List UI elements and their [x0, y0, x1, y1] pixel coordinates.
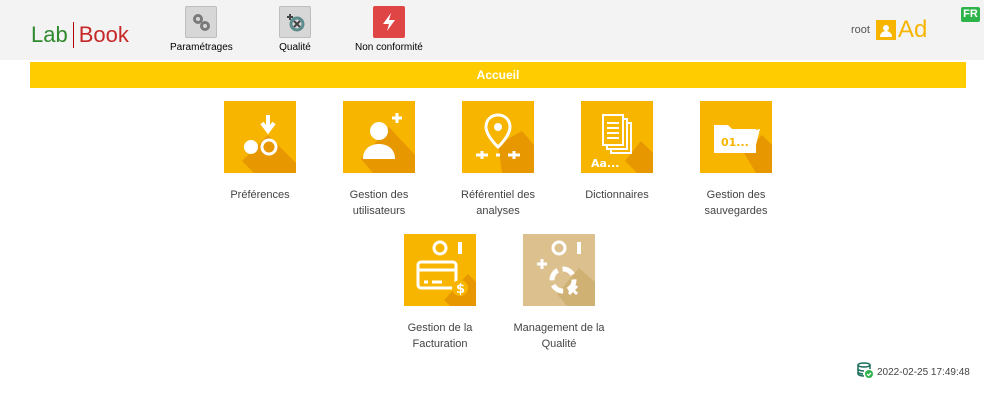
tile-management-qualite-label: Management de la Qualité	[513, 322, 605, 350]
footer-datetime: 2022-02-25 17:49:48	[877, 367, 970, 378]
user-menu[interactable]: root Ad	[851, 18, 927, 42]
currency-text: $	[456, 282, 465, 297]
nav-non-conformite[interactable]: Non conformité	[355, 6, 423, 53]
nav-qualite-label: Qualité	[279, 42, 311, 53]
language-badge[interactable]: FR	[961, 7, 980, 22]
tile-gestion-utilisateurs-label: Gestion des utilisateurs	[349, 189, 409, 217]
nav-non-conformite-label: Non conformité	[355, 42, 423, 53]
location-pin-icon	[462, 101, 534, 173]
page-title: Accueil	[30, 62, 966, 88]
add-user-icon	[343, 101, 415, 173]
quality-icon	[279, 6, 311, 38]
lightning-icon	[372, 6, 405, 38]
credit-card-icon: $	[404, 234, 476, 306]
footer-status: 2022-02-25 17:49:48	[857, 362, 970, 383]
user-name: root	[851, 24, 870, 36]
folder-badge-text: 01...	[721, 136, 749, 149]
gears-icon	[185, 6, 218, 38]
user-avatar-text: Ad	[897, 16, 928, 43]
user-avatar-icon	[875, 20, 896, 40]
nav-parametrages-label: Paramétrages	[170, 42, 233, 53]
tile-management-qualite[interactable]: Management de la Qualité	[504, 234, 614, 352]
nav-parametrages[interactable]: Paramétrages	[170, 6, 233, 53]
tile-gestion-utilisateurs[interactable]: Gestion des utilisateurs	[324, 101, 434, 219]
tile-dictionnaires[interactable]: Aa... Dictionnaires	[562, 101, 672, 203]
tile-gestion-facturation-label: Gestion de la Facturation	[407, 322, 473, 350]
folder-icon: 01...	[700, 101, 772, 173]
logo-lab-text: Lab	[31, 22, 68, 47]
documents-icon: Aa...	[581, 101, 653, 173]
dictionary-badge-text: Aa...	[591, 157, 619, 170]
database-check-icon	[857, 362, 873, 383]
tile-preferences-label: Préférences	[230, 189, 290, 201]
tile-gestion-sauvegardes[interactable]: 01... Gestion des sauvegardes	[681, 101, 791, 219]
preferences-icon	[224, 101, 296, 173]
tile-preferences[interactable]: Préférences	[205, 101, 315, 203]
tile-dictionnaires-label: Dictionnaires	[585, 189, 649, 201]
logo-separator	[72, 22, 74, 48]
nav-qualite[interactable]: Qualité	[279, 6, 311, 53]
top-bar: Lab Book Paramétrages Qualité Non confor…	[0, 0, 984, 60]
tile-gestion-facturation[interactable]: $ Gestion de la Facturation	[385, 234, 495, 352]
tile-referentiel-analyses[interactable]: Référentiel des analyses	[443, 101, 553, 219]
logo-book-text: Book	[78, 22, 129, 47]
tile-referentiel-analyses-label: Référentiel des analyses	[461, 189, 535, 217]
app-logo[interactable]: Lab Book	[31, 20, 129, 50]
tile-gestion-sauvegardes-label: Gestion des sauvegardes	[704, 189, 768, 217]
quality-management-icon	[523, 234, 595, 306]
